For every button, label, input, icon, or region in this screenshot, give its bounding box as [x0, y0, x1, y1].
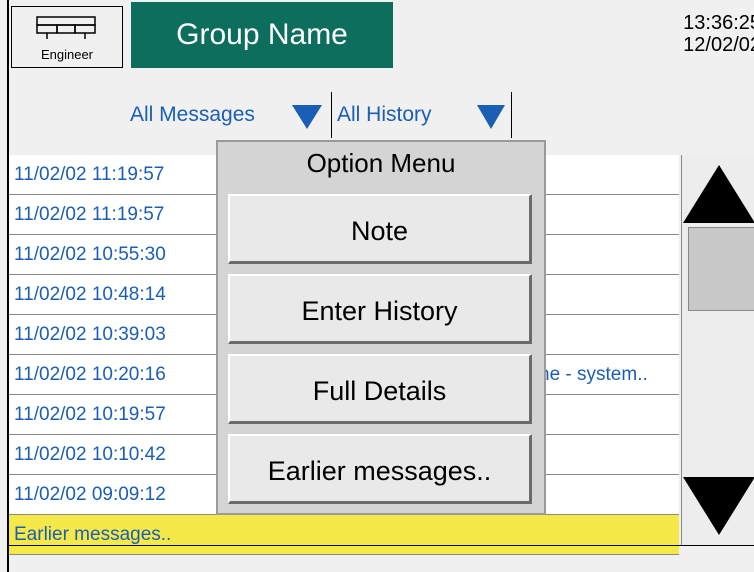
message-timestamp: 11/02/02 10:19:57 — [14, 404, 166, 425]
full-details-button[interactable]: Full Details — [228, 354, 532, 424]
history-filter-label: All History — [337, 103, 432, 126]
recorder-screen: Engineer Group Name 13:36:25 12/02/02 Al… — [7, 0, 754, 572]
message-timestamp: 11/02/02 10:39:03 — [14, 324, 166, 345]
scrollbar[interactable] — [681, 155, 754, 545]
chevron-down-icon — [477, 105, 505, 129]
messages-filter-label: All Messages — [130, 103, 255, 126]
user-role-label: Engineer — [40, 47, 94, 62]
scroll-down-icon[interactable] — [682, 475, 754, 537]
message-timestamp: 11/02/02 11:19:57 — [14, 204, 165, 225]
earlier-messages-row[interactable]: Earlier messages.. — [9, 515, 679, 555]
user-role-icon — [36, 16, 96, 39]
group-name-button[interactable]: Group Name — [131, 2, 393, 68]
clock-time: 13:36:25 — [683, 12, 754, 34]
chevron-down-icon — [292, 105, 322, 129]
option-menu-title: Option Menu — [306, 148, 456, 178]
divider — [9, 545, 754, 546]
note-button[interactable]: Note — [228, 194, 532, 264]
message-timestamp: 11/02/02 10:20:16 — [14, 364, 166, 385]
enter-history-button[interactable]: Enter History — [228, 274, 532, 344]
message-text: ne - system.. — [539, 364, 648, 385]
earlier-messages-label: Earlier messages.. — [14, 524, 172, 545]
message-timestamp: 11/02/02 09:09:12 — [14, 484, 166, 505]
clock: 13:36:25 12/02/02 — [649, 12, 754, 56]
messages-filter-dropdown[interactable]: All Messages — [124, 92, 332, 138]
message-timestamp: 11/02/02 10:55:30 — [14, 244, 166, 265]
scroll-thumb[interactable] — [688, 227, 754, 311]
scroll-up-icon[interactable] — [682, 163, 754, 225]
message-timestamp: 11/02/02 10:48:14 — [14, 284, 166, 305]
message-timestamp: 11/02/02 10:10:42 — [14, 444, 166, 465]
header: Engineer Group Name 13:36:25 12/02/02 — [9, 0, 754, 80]
option-menu: Option Menu Note Enter History Full Deta… — [216, 140, 546, 515]
user-role-button[interactable]: Engineer — [11, 6, 123, 68]
message-timestamp: 11/02/02 11:19:57 — [14, 164, 165, 185]
history-filter-dropdown[interactable]: All History — [331, 92, 512, 138]
earlier-messages-button[interactable]: Earlier messages.. — [228, 434, 532, 504]
clock-date: 12/02/02 — [683, 34, 754, 56]
